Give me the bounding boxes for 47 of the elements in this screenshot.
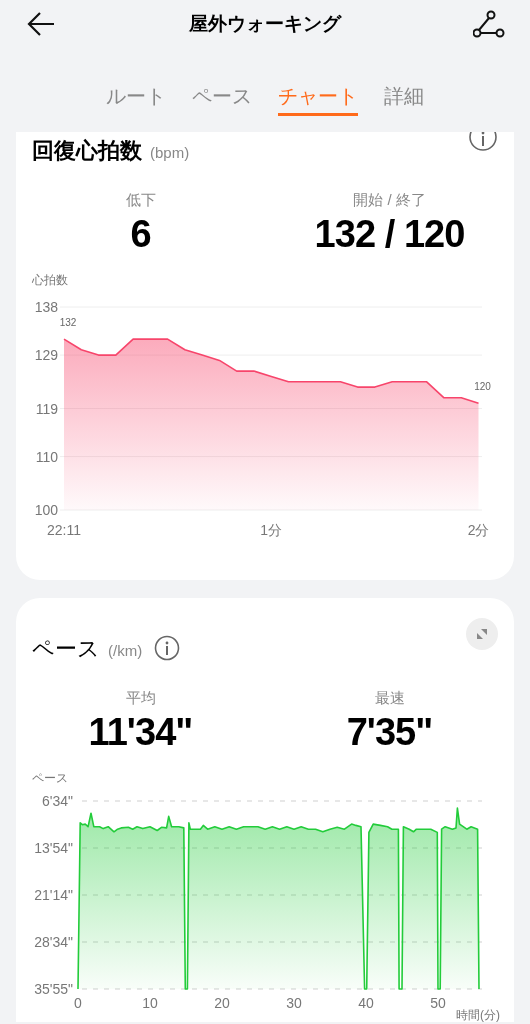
x-axis-label: 20 bbox=[214, 995, 230, 1011]
tab[interactable]: ルート bbox=[106, 78, 166, 116]
back-arrow-icon bbox=[26, 11, 56, 37]
expand-icon bbox=[476, 628, 488, 640]
stat-label: 最速 bbox=[374, 688, 405, 708]
stat-value: 7'35" bbox=[346, 710, 433, 755]
tab[interactable]: ペース bbox=[192, 78, 252, 116]
y-axis-label: 110 bbox=[35, 448, 58, 465]
y-axis-label: 119 bbox=[35, 400, 58, 417]
x-axis-label: 0 bbox=[74, 995, 82, 1011]
x-axis-title: 時間(分) bbox=[456, 1008, 500, 1022]
y-axis-label: 100 bbox=[34, 502, 58, 518]
stat-label: 平均 bbox=[125, 688, 156, 708]
stat-value: 6 bbox=[130, 212, 151, 257]
x-axis-label: 2分 bbox=[467, 522, 490, 538]
value-label: 120 bbox=[474, 381, 491, 393]
y-axis-label: 35'55" bbox=[34, 981, 73, 997]
x-axis-label: 30 bbox=[286, 995, 302, 1011]
card-title: 回復心拍数 bbox=[32, 136, 142, 165]
tab[interactable]: チャート bbox=[278, 78, 358, 116]
info-icon[interactable] bbox=[154, 635, 181, 661]
stat-value: 11'34" bbox=[88, 710, 193, 755]
card-title: ペース bbox=[32, 634, 100, 663]
y-axis-label: 129 bbox=[34, 347, 58, 364]
unit-label: (bpm) bbox=[150, 142, 190, 163]
info-icon[interactable] bbox=[468, 132, 498, 154]
y-axis-label: 138 bbox=[34, 299, 58, 315]
chart-y-title: 心拍数 bbox=[32, 272, 69, 288]
y-axis-label: 21'14" bbox=[34, 887, 73, 903]
stat-label: 開始 / 終了 bbox=[353, 190, 426, 210]
route-icon bbox=[473, 10, 505, 38]
stat-label: 低下 bbox=[125, 190, 156, 210]
x-axis-label: 22:11 bbox=[47, 522, 81, 538]
x-axis-label: 1分 bbox=[260, 522, 283, 538]
y-axis-label: 6'34" bbox=[42, 793, 73, 809]
unit-label: (/km) bbox=[108, 640, 143, 661]
x-axis-label: 40 bbox=[358, 995, 374, 1011]
value-label: 132 bbox=[59, 317, 77, 329]
x-axis-label: 50 bbox=[430, 995, 446, 1011]
expand-button[interactable] bbox=[466, 618, 498, 650]
x-axis-label: 10 bbox=[142, 995, 158, 1011]
y-axis-label: 13'54" bbox=[34, 840, 73, 856]
y-axis-label: 28'34" bbox=[34, 934, 73, 950]
page-title: 屋外ウォーキング bbox=[189, 11, 341, 36]
chart-y-title: ペース bbox=[32, 770, 69, 786]
stat-value: 132 / 120 bbox=[314, 212, 465, 257]
tab[interactable]: 詳細 bbox=[384, 78, 424, 116]
